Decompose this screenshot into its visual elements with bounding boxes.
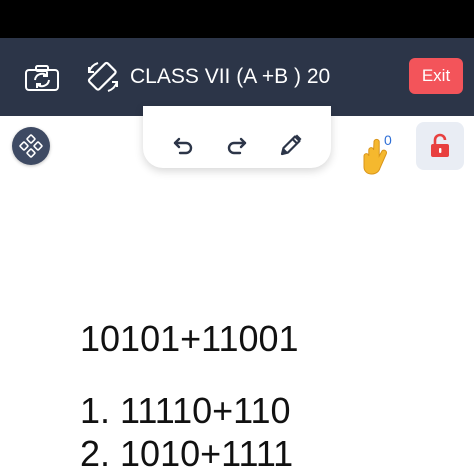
board-problem: 10101+11001 [80,318,299,359]
redo-button[interactable] [222,130,252,160]
drawing-toolbar [143,106,331,168]
pencil-button[interactable] [276,130,306,160]
class-title: CLASS VII (A +B ) 20 [130,65,331,88]
raise-hand-button[interactable]: 0 [362,132,402,176]
pencil-icon [280,134,302,156]
redo-icon [227,137,247,155]
move-tools-icon [19,134,43,158]
exit-button[interactable]: Exit [409,58,463,94]
camera-switch-icon [25,65,59,91]
screen-rotate-icon [87,61,118,92]
undo-icon [173,137,193,155]
undo-button[interactable] [168,130,198,160]
screen-rotate-button[interactable] [84,58,122,96]
raise-hand-count: 0 [384,132,392,148]
app-header: CLASS VII (A +B ) 20 Exit [0,38,474,116]
board-item-2: 2. 1010+1111 [80,433,294,474]
camera-switch-button[interactable] [22,62,62,94]
lock-button[interactable] [416,122,464,170]
move-tools-button[interactable] [12,127,50,165]
board-item-1: 1. 11110+110 [80,390,291,431]
unlocked-padlock-icon [431,133,449,157]
status-bar [0,0,474,38]
